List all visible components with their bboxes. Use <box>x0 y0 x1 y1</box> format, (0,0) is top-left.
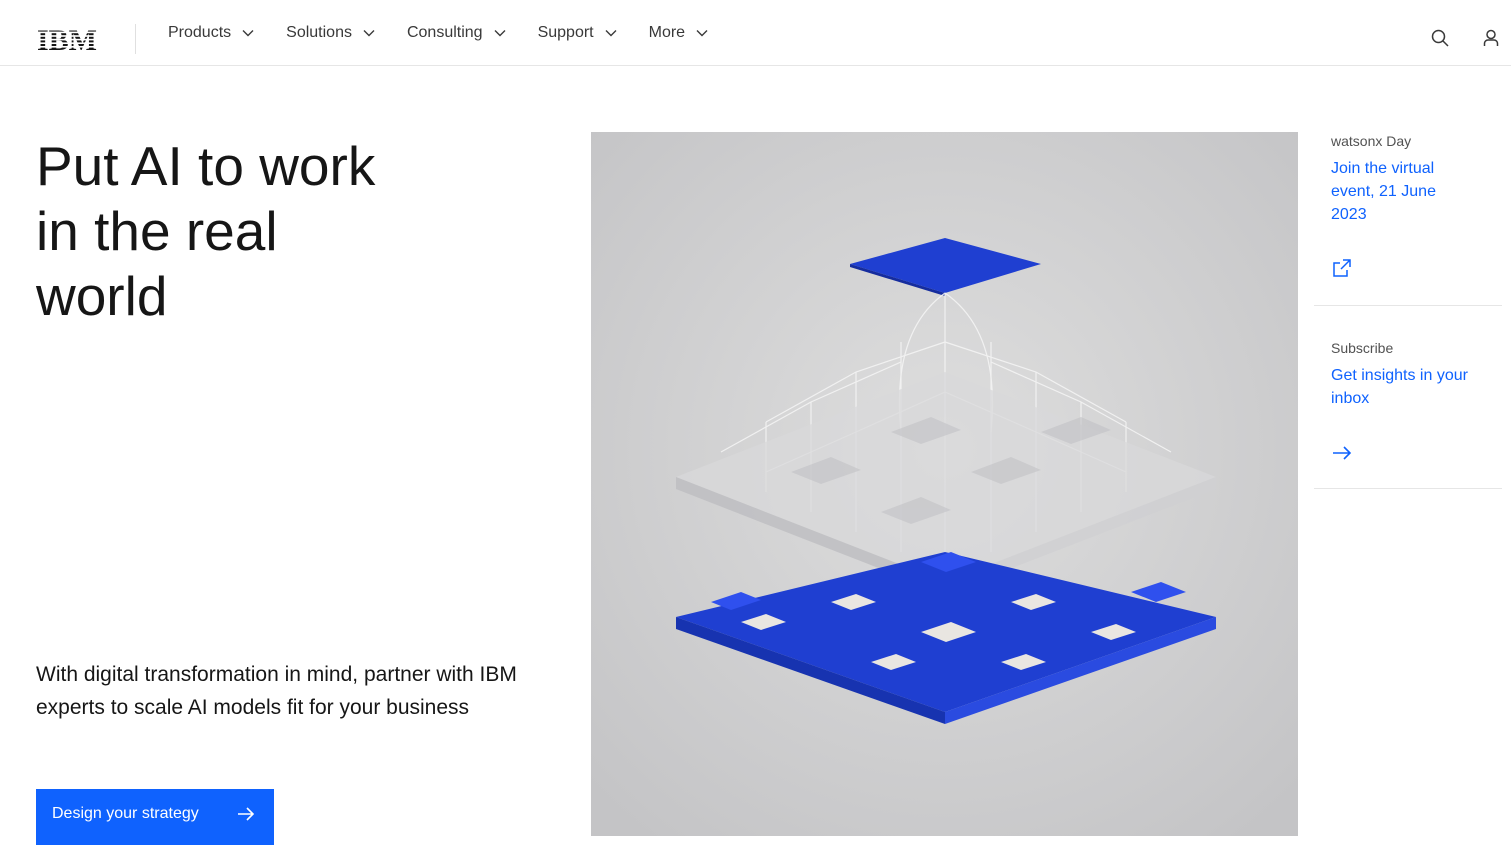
nav-item-label: Support <box>537 24 594 41</box>
nav-item-label: Solutions <box>286 24 352 41</box>
design-strategy-button[interactable]: Design your strategy <box>36 789 274 845</box>
chevron-down-icon <box>363 30 375 37</box>
hero-illustration <box>591 132 1298 836</box>
nav-item-support[interactable]: Support <box>538 0 618 66</box>
nav-item-label: More <box>648 24 686 41</box>
hero-headline: Put AI to work in the real world <box>36 134 456 329</box>
search-icon[interactable] <box>1430 28 1450 48</box>
subscribe-card: Subscribe Get insights in your inbox <box>1314 338 1502 489</box>
arrow-right-icon <box>238 807 255 821</box>
event-card: watsonx Day Join the virtual event, 21 J… <box>1314 131 1502 306</box>
chevron-down-icon <box>605 30 617 37</box>
primary-nav: Products Solutions Consulting Support Mo… <box>168 0 740 66</box>
hero-subcopy: With digital transformation in mind, par… <box>36 663 517 719</box>
user-icon[interactable] <box>1481 28 1501 48</box>
nav-item-products[interactable]: Products <box>168 0 255 66</box>
arrow-right-icon[interactable] <box>1331 442 1353 464</box>
cta-label: Design your strategy <box>52 805 199 822</box>
nav-item-label: Consulting <box>406 24 483 41</box>
card-eyebrow: Subscribe <box>1331 340 1394 356</box>
chevron-down-icon <box>696 30 708 37</box>
nav-divider <box>135 24 136 54</box>
chevron-down-icon <box>242 30 254 37</box>
chevron-down-icon <box>494 30 506 37</box>
headline-line: in the real <box>36 200 278 262</box>
headline-line: world <box>36 265 168 327</box>
nav-item-solutions[interactable]: Solutions <box>286 0 376 66</box>
ibm-logo[interactable]: IBM <box>37 25 99 53</box>
headline-line: Put AI to work <box>36 135 376 197</box>
subscribe-link[interactable]: Get insights in your inbox <box>1331 364 1471 410</box>
nav-item-more[interactable]: More <box>649 0 709 66</box>
event-link[interactable]: Join the virtual event, 21 June 2023 <box>1331 157 1471 226</box>
masthead: IBM Products Solutions Consulting Suppor… <box>0 0 1511 66</box>
nav-item-consulting[interactable]: Consulting <box>407 0 507 66</box>
logo-wordmark: IBM <box>37 25 97 53</box>
nav-item-label: Products <box>168 24 232 41</box>
card-eyebrow: watsonx Day <box>1331 133 1412 149</box>
external-link-icon[interactable] <box>1331 257 1353 279</box>
